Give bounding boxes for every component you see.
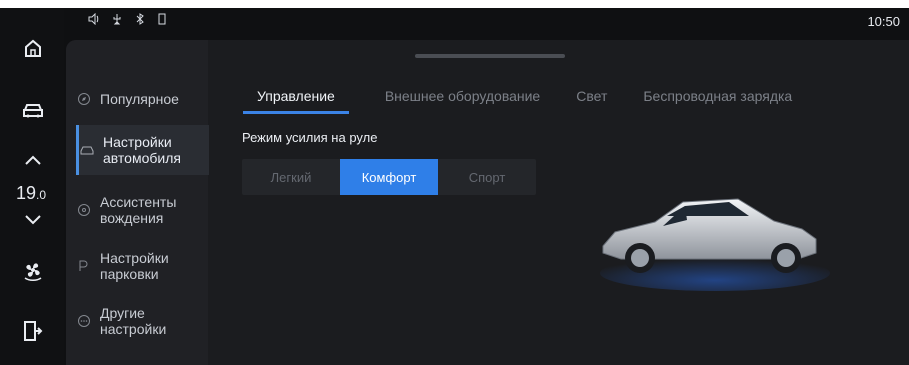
fan-icon (24, 263, 42, 281)
speaker-icon (88, 12, 100, 28)
tab-wireless-charging[interactable]: Беспроводная зарядка (643, 88, 792, 114)
clock: 10:50 (867, 14, 900, 29)
tab-exterior-equipment[interactable]: Внешнее оборудование (385, 88, 540, 114)
sidebar-item-label: Популярное (100, 91, 179, 107)
steering-wheel-icon (76, 202, 92, 218)
usb-icon (111, 13, 123, 28)
temperature-readout: 19.0 (16, 183, 47, 203)
tab-control[interactable]: Управление (243, 88, 349, 114)
steering-mode-selector: Легкий Комфорт Спорт (242, 159, 536, 195)
sidebar-item-parking[interactable]: Настройки парковки (76, 241, 206, 291)
battery-icon (157, 13, 167, 28)
status-bar: 10:50 (0, 8, 909, 35)
sidebar-item-driver-assist[interactable]: Ассистенты вождения (76, 185, 206, 235)
steering-mode-title: Режим усилия на руле (242, 130, 378, 145)
chevron-up-icon (25, 155, 41, 165)
chevron-down-icon (25, 215, 41, 225)
sidebar-item-label: Настройки парковки (100, 250, 169, 282)
sidebar-item-other[interactable]: Другие настройки (76, 296, 206, 346)
vehicle-button[interactable] (19, 97, 47, 125)
sidebar-item-vehicle-settings[interactable]: Настройки автомобиля (76, 125, 209, 175)
more-icon (76, 313, 92, 329)
sidebar-item-label: Ассистенты вождения (100, 194, 177, 226)
steering-mode-sport[interactable]: Спорт (438, 159, 536, 195)
settings-tabs: Управление Внешнее оборудование Свет Бес… (243, 88, 792, 114)
sidebar-item-label: Настройки автомобиля (103, 134, 181, 166)
vehicle-image (585, 178, 845, 298)
compass-icon (76, 91, 92, 107)
tab-lights[interactable]: Свет (576, 88, 607, 114)
drag-handle[interactable] (415, 54, 565, 58)
fan-button[interactable] (19, 256, 47, 284)
sidebar-item-label: Другие настройки (100, 305, 167, 337)
parking-icon (76, 258, 92, 274)
temp-up-button[interactable] (19, 146, 47, 174)
home-icon (25, 39, 41, 57)
car-outline-icon (79, 142, 95, 158)
home-button[interactable] (19, 34, 47, 62)
steering-mode-light[interactable]: Легкий (242, 159, 340, 195)
bluetooth-icon (134, 13, 146, 28)
steering-mode-comfort[interactable]: Комфорт (340, 159, 438, 195)
temp-down-button[interactable] (19, 206, 47, 234)
door-exit-icon (24, 321, 43, 341)
sidebar-item-popular[interactable]: Популярное (76, 74, 206, 124)
exit-button[interactable] (19, 317, 47, 345)
car-icon (23, 104, 43, 118)
